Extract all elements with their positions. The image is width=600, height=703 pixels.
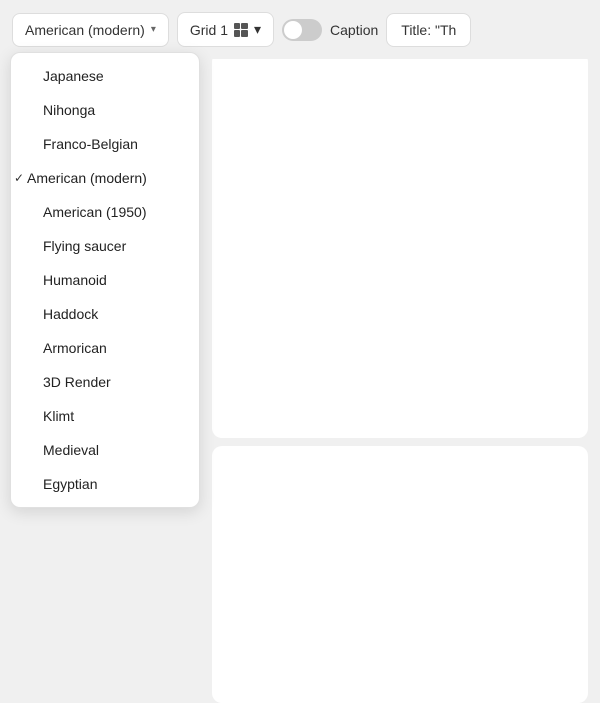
- dropdown-item-label: Flying saucer: [43, 238, 126, 254]
- dropdown-item-humanoid[interactable]: Humanoid: [11, 263, 199, 297]
- grid-dropdown-label: Grid 1: [190, 22, 228, 38]
- check-icon: ✓: [11, 171, 27, 185]
- card-panel: [212, 52, 588, 703]
- main-content: [200, 52, 600, 703]
- dropdown-item-label: Humanoid: [43, 272, 107, 288]
- dropdown-item-label: Armorican: [43, 340, 107, 356]
- dropdown-item-medieval[interactable]: Medieval: [11, 433, 199, 467]
- style-dropdown-menu: JapaneseNihongaFranco-Belgian✓American (…: [10, 52, 200, 508]
- dropdown-item-armorican[interactable]: Armorican: [11, 331, 199, 365]
- dropdown-item-label: Japanese: [43, 68, 104, 84]
- title-label: Title: "Th: [401, 22, 456, 38]
- dropdown-item-flying-saucer[interactable]: Flying saucer: [11, 229, 199, 263]
- content-card-2: [212, 446, 588, 703]
- chevron-down-icon: ▾: [151, 24, 156, 35]
- dropdown-item-egyptian[interactable]: Egyptian: [11, 467, 199, 501]
- dropdown-item-american-1950[interactable]: American (1950): [11, 195, 199, 229]
- dropdown-item-japanese[interactable]: Japanese: [11, 59, 199, 93]
- dropdown-item-american-modern[interactable]: ✓American (modern): [11, 161, 199, 195]
- dropdown-item-label: 3D Render: [43, 374, 111, 390]
- dropdown-item-klimt[interactable]: Klimt: [11, 399, 199, 433]
- dropdown-item-label: Klimt: [43, 408, 74, 424]
- caption-toggle-wrapper: Caption: [282, 19, 378, 41]
- dropdown-item-label: American (1950): [43, 204, 147, 220]
- style-dropdown-button[interactable]: American (modern) ▾: [12, 13, 169, 47]
- chevron-down-icon-grid: ▾: [254, 21, 261, 38]
- content-card-1: [212, 52, 588, 438]
- dropdown-item-3d-render[interactable]: 3D Render: [11, 365, 199, 399]
- grid-icon: [234, 23, 248, 37]
- caption-toggle[interactable]: [282, 19, 322, 41]
- dropdown-item-nihonga[interactable]: Nihonga: [11, 93, 199, 127]
- style-dropdown-label: American (modern): [25, 22, 145, 38]
- dropdown-item-label: Franco-Belgian: [43, 136, 138, 152]
- grid-dropdown-button[interactable]: Grid 1 ▾: [177, 12, 274, 47]
- dropdown-item-franco-belgian[interactable]: Franco-Belgian: [11, 127, 199, 161]
- dropdown-item-label: American (modern): [27, 170, 147, 186]
- caption-label: Caption: [330, 22, 378, 38]
- dropdown-item-label: Medieval: [43, 442, 99, 458]
- toolbar: American (modern) ▾ Grid 1 ▾ Caption Tit…: [0, 0, 600, 59]
- dropdown-item-label: Egyptian: [43, 476, 97, 492]
- dropdown-item-haddock[interactable]: Haddock: [11, 297, 199, 331]
- dropdown-item-label: Haddock: [43, 306, 98, 322]
- title-button[interactable]: Title: "Th: [386, 13, 471, 47]
- dropdown-item-label: Nihonga: [43, 102, 95, 118]
